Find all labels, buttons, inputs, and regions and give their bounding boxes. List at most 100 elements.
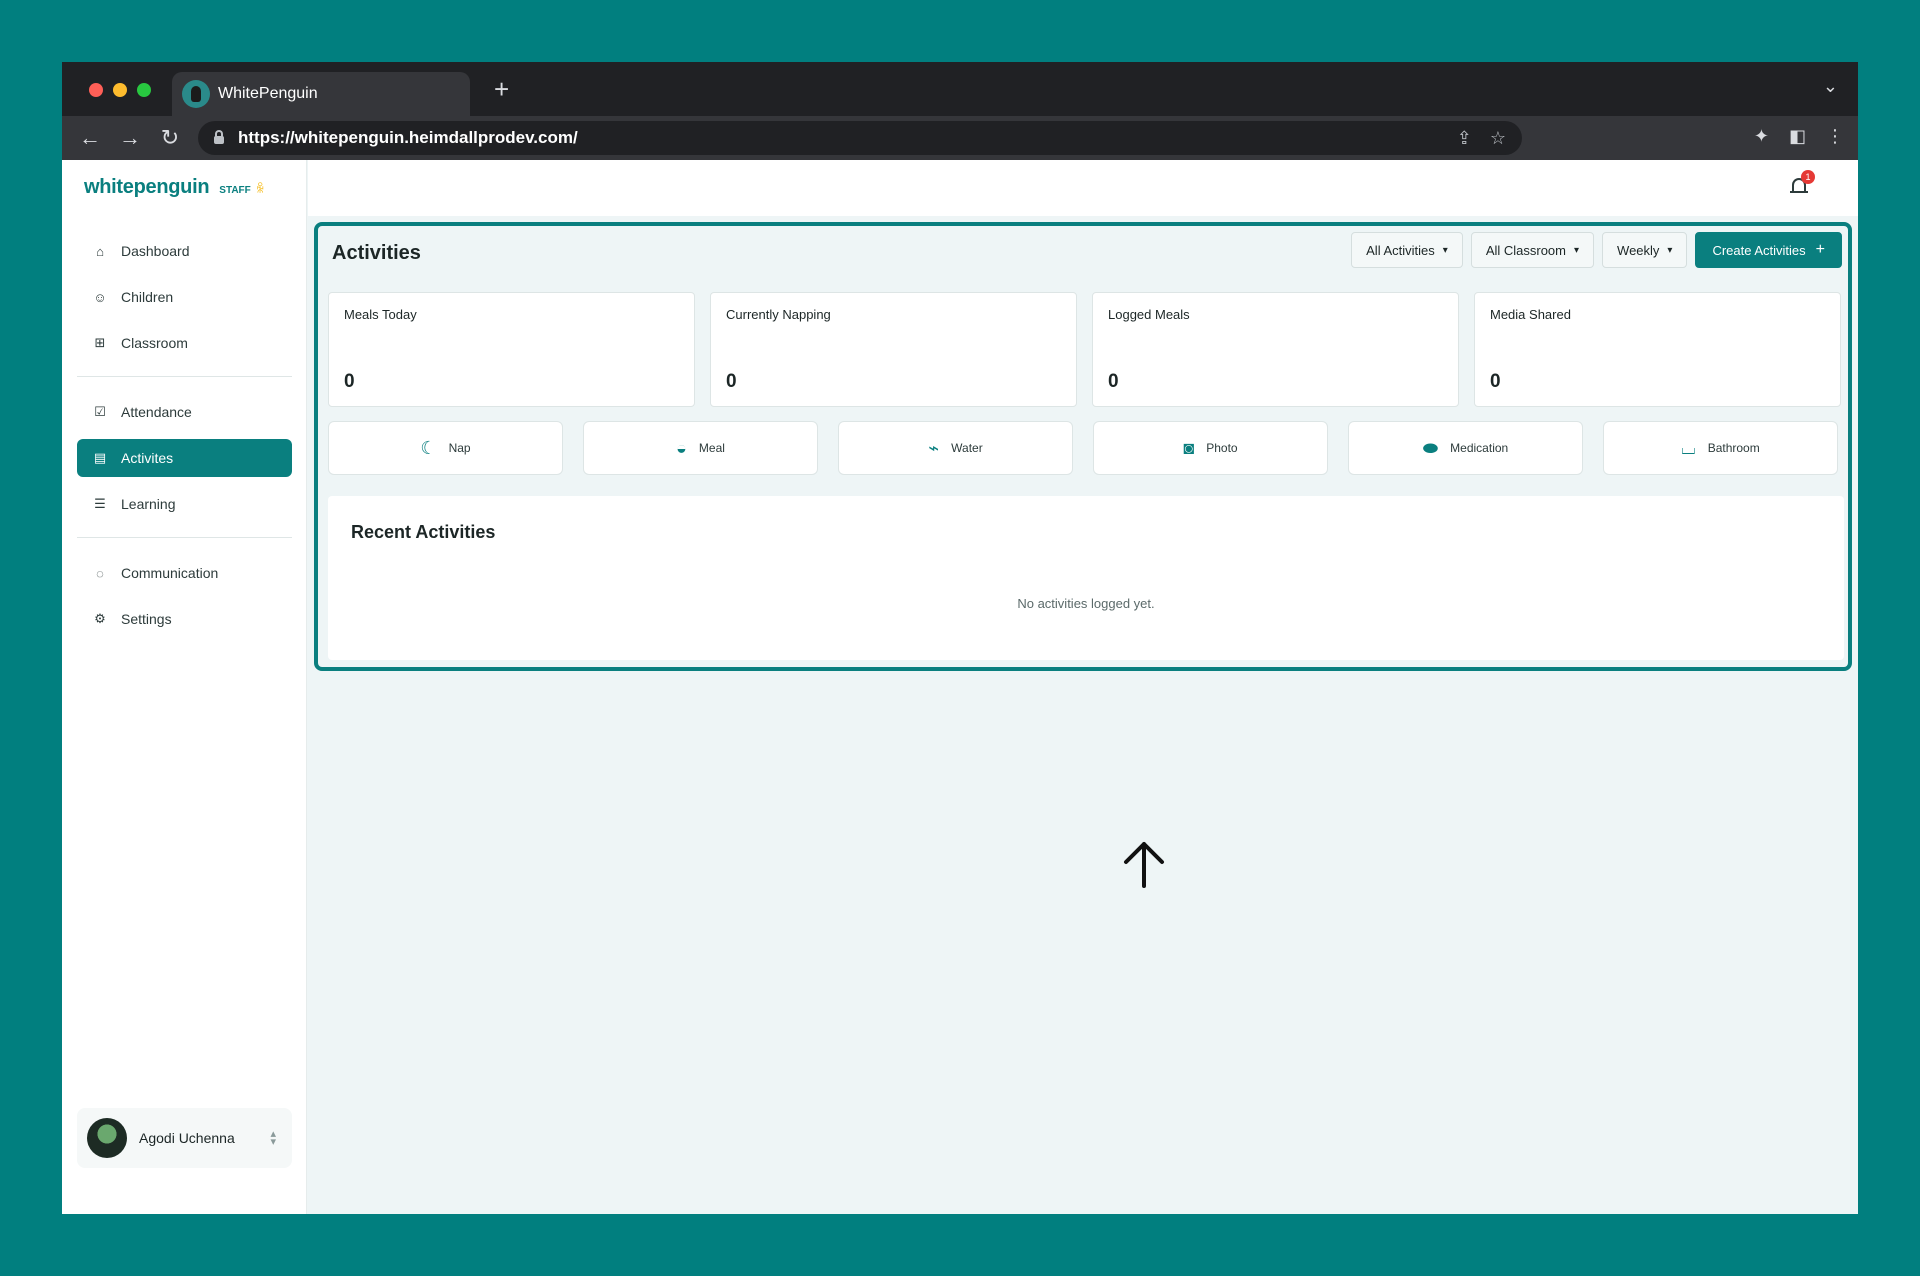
water-action-button[interactable]: ⌁ Water — [838, 421, 1073, 475]
staff-badge-icon: ꆜ — [255, 182, 266, 196]
book-icon: ☰ — [94, 496, 106, 511]
sidebar-item-learning[interactable]: ☰ Learning — [77, 485, 292, 523]
forward-arrow-icon[interactable]: → — [110, 125, 150, 151]
sidebar-item-attendance[interactable]: ☑ Attendance — [77, 393, 292, 431]
up-arrow-icon — [1124, 842, 1164, 888]
stat-value: 0 — [726, 371, 737, 392]
filter-bar: All Activities ▾ All Classroom ▾ Weekly … — [1351, 232, 1842, 268]
sidebar: whitepenguin STAFF ꆜ ⌂ Dashboard ☺ Child… — [62, 160, 307, 1214]
period-filter-dropdown[interactable]: Weekly ▾ — [1602, 232, 1688, 268]
bathroom-action-button[interactable]: ⌴ Bathroom — [1603, 421, 1838, 475]
sidebar-divider — [77, 537, 292, 538]
action-label: Photo — [1206, 441, 1238, 455]
window-controls — [89, 83, 151, 97]
plus-icon: + — [1815, 241, 1825, 258]
chevron-down-icon: ▾ — [1574, 244, 1580, 256]
stat-value: 0 — [1108, 371, 1119, 392]
close-window-button[interactable] — [89, 83, 103, 97]
back-arrow-icon[interactable]: ← — [70, 125, 110, 151]
medication-action-button[interactable]: ⬬ Medication — [1348, 421, 1583, 475]
minimize-window-button[interactable] — [113, 83, 127, 97]
logo-text: whitepenguin — [84, 176, 210, 198]
share-icon[interactable]: ⇪ — [1457, 128, 1472, 149]
meal-action-button[interactable]: ◒ Meal — [583, 421, 818, 475]
penguin-favicon-icon — [182, 80, 210, 108]
sidebar-item-label: Classroom — [121, 335, 188, 351]
action-label: Meal — [698, 441, 725, 455]
stat-label: Currently Napping — [726, 307, 831, 322]
browser-tab-bar: WhitePenguin + ⌄ — [62, 62, 1858, 116]
tab-title: WhitePenguin — [218, 85, 318, 102]
classroom-filter-dropdown[interactable]: All Classroom ▾ — [1470, 232, 1595, 268]
action-label: Water — [951, 441, 983, 455]
recent-activities-title: Recent Activities — [351, 522, 496, 542]
sidebar-item-settings[interactable]: ⚙ Settings — [77, 600, 292, 638]
top-header: 1 — [308, 160, 1858, 216]
notification-bell-icon[interactable]: 1 — [1790, 170, 1815, 198]
period-filter-value: Weekly — [1617, 242, 1660, 258]
side-panel-icon[interactable]: ◧ — [1789, 126, 1806, 147]
stat-label: Logged Meals — [1108, 307, 1190, 322]
tab-list-chevron-icon[interactable]: ⌄ — [1823, 76, 1838, 97]
stat-value: 0 — [344, 371, 355, 392]
sidebar-item-activities[interactable]: ▤ Activites — [77, 439, 292, 477]
quick-actions-row: ☾ Nap ◒ Meal ⌁ Water ◙ Photo ⬬ Medicatio… — [328, 421, 1838, 475]
clipboard-icon: ▤ — [93, 450, 107, 465]
pill-icon: ⬬ — [1422, 437, 1439, 458]
star-icon[interactable]: ☆ — [1490, 128, 1506, 149]
sidebar-item-label: Dashboard — [121, 243, 190, 259]
moon-icon: ☾ — [420, 437, 437, 458]
brand-logo[interactable]: whitepenguin STAFF ꆜ — [84, 176, 265, 199]
stat-card-currently-napping: Currently Napping 0 — [710, 292, 1077, 407]
sidebar-item-label: Activites — [121, 450, 174, 466]
activity-filter-value: All Activities — [1366, 242, 1435, 258]
sidebar-item-classroom[interactable]: ⊞ Classroom — [77, 324, 292, 362]
sidebar-item-label: Attendance — [121, 404, 192, 420]
bottle-icon: ⌁ — [928, 437, 940, 458]
bathtub-icon: ⌴ — [1681, 437, 1696, 458]
sidebar-menu: ⌂ Dashboard ☺ Children ⊞ Classroom ☑ Att… — [77, 232, 292, 646]
new-tab-plus-icon[interactable]: + — [494, 76, 509, 102]
camera-icon: ◙ — [1183, 437, 1195, 458]
stats-row: Meals Today 0 Currently Napping 0 Logged… — [328, 292, 1841, 407]
sidebar-item-communication[interactable]: ◌ Communication — [77, 554, 292, 592]
role-label: STAFF — [219, 185, 251, 196]
chevron-up-down-icon: ▴ ▾ — [270, 1128, 276, 1148]
photo-action-button[interactable]: ◙ Photo — [1093, 421, 1328, 475]
action-label: Medication — [1450, 441, 1509, 455]
sidebar-divider — [77, 376, 292, 377]
home-icon: ⌂ — [96, 243, 104, 259]
sidebar-item-label: Communication — [121, 565, 219, 581]
create-activities-label: Create Activities — [1712, 242, 1806, 258]
stat-card-media-shared: Media Shared 0 — [1474, 292, 1841, 407]
address-bar[interactable]: https://whitepenguin.heimdallprodev.com/… — [198, 121, 1522, 155]
url-text: https://whitepenguin.heimdallprodev.com/ — [238, 128, 578, 147]
stat-label: Meals Today — [344, 307, 417, 322]
page-title: Activities — [332, 242, 421, 264]
browser-window: WhitePenguin + ⌄ ← → ↻ https://whitepeng… — [62, 62, 1858, 1214]
activity-filter-dropdown[interactable]: All Activities ▾ — [1351, 232, 1463, 268]
more-vertical-icon[interactable]: ⋮ — [1826, 126, 1844, 147]
sidebar-item-label: Children — [121, 289, 174, 305]
stat-card-meals-today: Meals Today 0 — [328, 292, 695, 407]
sidebar-item-children[interactable]: ☺ Children — [77, 278, 292, 316]
maximize-window-button[interactable] — [137, 83, 151, 97]
nap-action-button[interactable]: ☾ Nap — [328, 421, 563, 475]
gear-icon: ⚙ — [94, 611, 106, 626]
create-activities-button[interactable]: Create Activities + — [1695, 232, 1842, 268]
empty-state-text: No activities logged yet. — [1017, 596, 1155, 611]
grid-icon: ⊞ — [94, 335, 106, 350]
extensions-puzzle-icon[interactable]: ✦ — [1754, 126, 1769, 147]
bowl-icon: ◒ — [676, 437, 687, 458]
chat-icon: ◌ — [96, 565, 104, 581]
sidebar-item-dashboard[interactable]: ⌂ Dashboard — [77, 232, 292, 270]
avatar — [87, 1118, 127, 1158]
user-name: Agodi Uchenna — [139, 1130, 235, 1146]
lock-icon — [214, 130, 224, 144]
sidebar-item-label: Learning — [121, 496, 176, 512]
browser-tab[interactable]: WhitePenguin — [172, 72, 470, 116]
classroom-filter-value: All Classroom — [1485, 242, 1566, 258]
chevron-down-icon: ▾ — [1667, 244, 1673, 256]
reload-icon[interactable]: ↻ — [150, 125, 190, 151]
user-profile-switcher[interactable]: Agodi Uchenna ▴ ▾ — [77, 1108, 292, 1168]
